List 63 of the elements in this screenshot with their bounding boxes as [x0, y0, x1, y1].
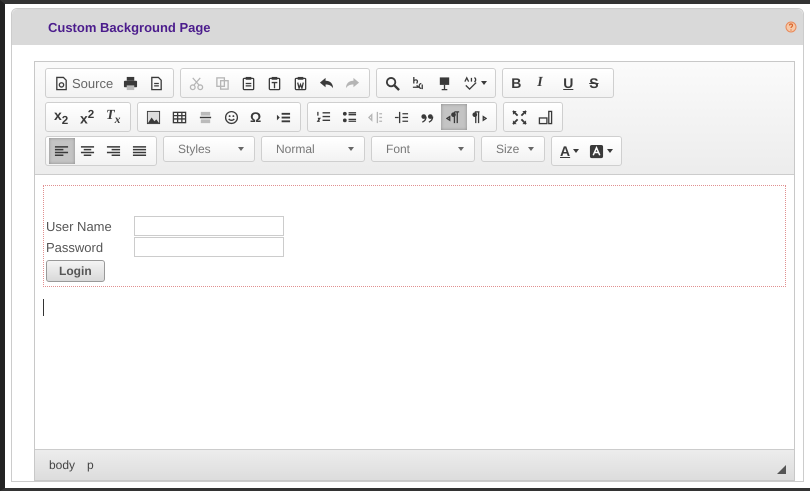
- table-icon: [172, 110, 187, 124]
- align-right-icon: [106, 144, 121, 158]
- underline-button[interactable]: U: [558, 70, 584, 96]
- clipboard-icon: [293, 76, 308, 90]
- dropdown[interactable]: Normal: [261, 136, 365, 162]
- subscript-button[interactable]: x$_{2}$: [49, 104, 75, 130]
- source-button[interactable]: Source: [49, 70, 118, 96]
- input-field[interactable]: [134, 237, 284, 257]
- align-left-icon: [54, 144, 69, 158]
- align-center-icon: [80, 144, 95, 158]
- background-color-icon: [589, 144, 604, 158]
- clipboard-icon: [267, 76, 282, 90]
- strike-button[interactable]: S: [584, 70, 610, 96]
- printer-icon: [123, 76, 138, 90]
- caret-icon: [573, 149, 580, 153]
- text-cursor: [43, 299, 44, 316]
- field-label: Password: [46, 240, 104, 254]
- remove-format-button[interactable]: T$_{x}$: [101, 104, 127, 130]
- bulleted-list-icon: [342, 110, 357, 124]
- bold-button[interactable]: B: [506, 70, 532, 96]
- scissors-icon: [189, 76, 204, 90]
- outdent-icon: [368, 110, 383, 124]
- caret-icon: [348, 147, 354, 151]
- ltr-button[interactable]: [441, 104, 467, 130]
- spellcheck-icon: [463, 76, 478, 90]
- panel-title: Custom Background Page: [48, 20, 211, 34]
- clipboard-icon: [241, 76, 256, 90]
- copy-icon: [215, 76, 230, 90]
- align-left-button[interactable]: [49, 138, 75, 164]
- document-icon: [149, 76, 164, 90]
- caret-icon: [238, 147, 244, 151]
- pilcrow-icon: [472, 110, 487, 124]
- document-icon: [54, 76, 69, 90]
- italic-button[interactable]: I: [532, 70, 558, 96]
- justify-icon: [132, 144, 147, 158]
- element-path-item[interactable]: p: [87, 458, 94, 472]
- caret-icon: [607, 149, 614, 153]
- pilcrow-icon: [446, 110, 461, 124]
- field-label: User Name: [46, 218, 113, 234]
- image-icon: [146, 110, 161, 124]
- superscript-button[interactable]: x$^{2}$: [75, 104, 101, 130]
- blocks-icon: [538, 110, 553, 124]
- numbered-list-icon: [316, 110, 331, 124]
- caret-icon: [458, 147, 464, 151]
- indent-icon: [394, 110, 409, 124]
- undo-icon: [319, 76, 334, 90]
- help-icon[interactable]: [785, 21, 797, 33]
- caret-icon: [481, 81, 488, 85]
- dropdown[interactable]: Font: [371, 136, 475, 162]
- login-button[interactable]: Login: [46, 260, 105, 282]
- maximize-icon: [512, 110, 527, 124]
- text-color-button[interactable]: A: [555, 138, 584, 164]
- element-path-item[interactable]: body: [49, 458, 76, 472]
- resize-grip-icon[interactable]: [777, 465, 786, 474]
- smiley-icon: [224, 110, 239, 124]
- horizontal-line-icon: [198, 110, 213, 124]
- redo-icon: [345, 76, 360, 90]
- special-char-button[interactable]: Ω: [245, 104, 271, 130]
- input-field[interactable]: [134, 216, 284, 236]
- caret-icon: [528, 147, 534, 151]
- dropdown[interactable]: Styles: [163, 136, 255, 162]
- search-icon: [385, 76, 400, 90]
- dropdown[interactable]: Size: [481, 136, 545, 162]
